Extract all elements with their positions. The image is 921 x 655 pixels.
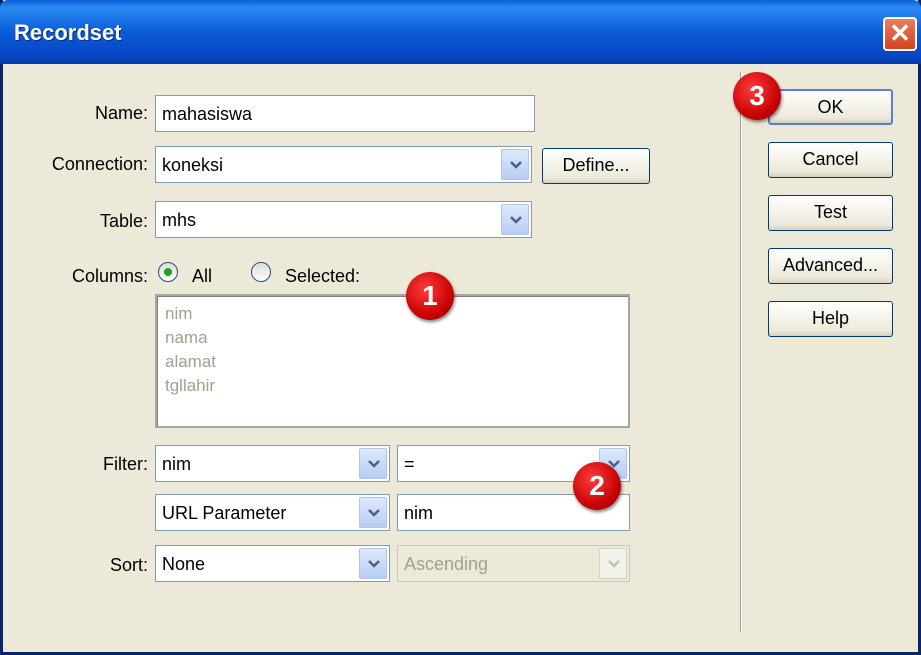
annotation-badge-2: 2 xyxy=(573,462,621,510)
columns-all-label: All xyxy=(192,266,213,286)
title-bar[interactable]: Recordset ✕ xyxy=(0,0,921,64)
table-label: Table: xyxy=(99,211,148,231)
sort-column-value: None xyxy=(162,554,206,574)
list-item: nim xyxy=(165,304,193,323)
filter-operator-value: = xyxy=(404,454,415,474)
cancel-button[interactable]: Cancel xyxy=(768,142,893,178)
filter-column-value: nim xyxy=(162,454,192,474)
sort-column-select[interactable]: None xyxy=(155,545,390,582)
name-input[interactable]: mahasiswa xyxy=(155,95,535,132)
dialog-title: Recordset xyxy=(14,20,122,45)
filter-source-select[interactable]: URL Parameter xyxy=(155,494,390,531)
close-button[interactable]: ✕ xyxy=(883,17,917,51)
columns-listbox[interactable]: nim nama alamat tgllahir xyxy=(155,294,630,428)
table-select[interactable]: mhs xyxy=(155,201,532,238)
chevron-down-icon[interactable] xyxy=(501,149,529,180)
list-item: tgllahir xyxy=(165,376,216,395)
columns-all-radio[interactable] xyxy=(158,262,178,282)
filter-source-value: URL Parameter xyxy=(162,503,287,523)
chevron-down-icon[interactable] xyxy=(501,204,529,235)
advanced-button[interactable]: Advanced... xyxy=(768,248,893,284)
columns-selected-label: Selected: xyxy=(285,266,361,286)
sort-label: Sort: xyxy=(109,555,148,575)
chevron-down-icon[interactable] xyxy=(359,548,387,579)
test-button[interactable]: Test xyxy=(768,195,893,231)
define-button[interactable]: Define... xyxy=(542,148,650,184)
columns-selected-radio[interactable] xyxy=(251,262,271,282)
annotation-badge-3: 3 xyxy=(733,72,781,120)
annotation-badge-1: 1 xyxy=(406,272,454,320)
name-label: Name: xyxy=(94,103,148,123)
ok-button[interactable]: OK xyxy=(768,89,893,125)
connection-label: Connection: xyxy=(51,154,148,174)
chevron-down-icon[interactable] xyxy=(359,448,387,479)
columns-label: Columns: xyxy=(71,266,148,286)
filter-value: nim xyxy=(404,503,434,523)
sort-order-select: Ascending xyxy=(397,545,630,582)
chevron-down-icon xyxy=(599,548,627,579)
connection-select[interactable]: koneksi xyxy=(155,146,532,183)
help-button[interactable]: Help xyxy=(768,301,893,337)
name-value: mahasiswa xyxy=(162,104,253,124)
sort-order-value: Ascending xyxy=(404,554,489,574)
close-icon: ✕ xyxy=(889,18,911,48)
filter-column-select[interactable]: nim xyxy=(155,445,390,482)
filter-label: Filter: xyxy=(103,454,148,474)
separator-highlight xyxy=(741,72,742,632)
chevron-down-icon[interactable] xyxy=(359,497,387,528)
connection-value: koneksi xyxy=(162,155,224,175)
list-item: nama xyxy=(165,328,208,347)
table-value: mhs xyxy=(162,210,197,230)
list-item: alamat xyxy=(165,352,217,371)
